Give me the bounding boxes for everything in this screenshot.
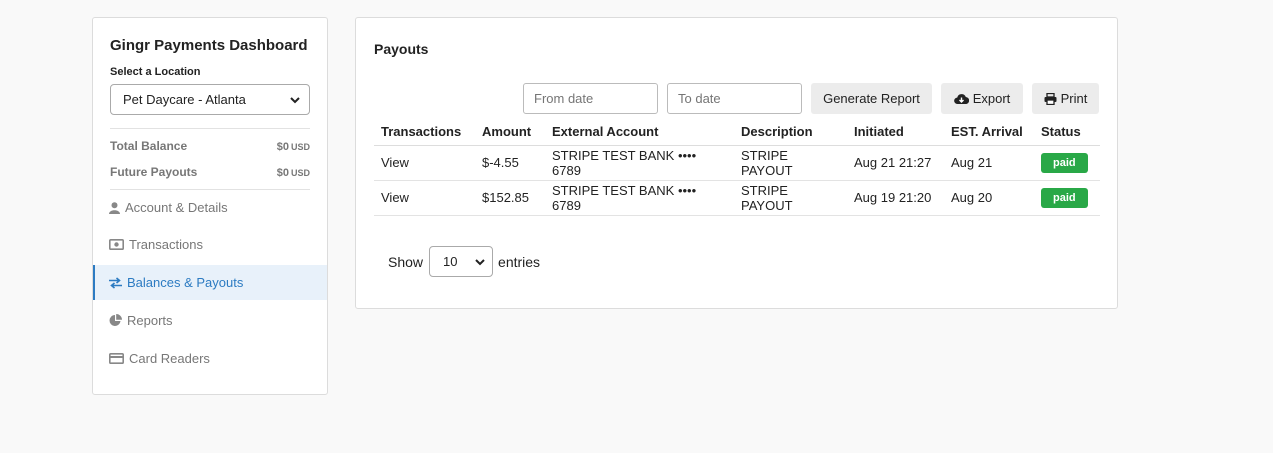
- divider: [110, 128, 310, 129]
- sidebar-item-transactions[interactable]: Transactions: [93, 227, 327, 262]
- external-account-cell: STRIPE TEST BANK •••• 6789: [545, 180, 734, 216]
- future-payouts-amount: $0: [276, 167, 289, 179]
- from-date-input[interactable]: [523, 83, 658, 114]
- column-header[interactable]: Description: [734, 119, 847, 146]
- cloud-download-icon: [953, 93, 969, 104]
- amount-cell: $152.85: [475, 180, 545, 216]
- page-title: Payouts: [374, 41, 429, 57]
- generate-report-label: Generate Report: [823, 91, 920, 106]
- description-cell: STRIPE PAYOUT: [734, 180, 847, 216]
- payouts-table: Transactions Amount External Account Des…: [374, 119, 1100, 216]
- pie-chart-icon: [109, 314, 122, 326]
- chevron-down-icon: [290, 97, 300, 104]
- sidebar-item-account[interactable]: Account & Details: [93, 190, 327, 225]
- view-link[interactable]: View: [374, 180, 475, 216]
- total-balance-currency: USD: [290, 142, 310, 152]
- table-header-row: Transactions Amount External Account Des…: [374, 119, 1100, 146]
- payouts-panel: Payouts Generate Report Export Print Tra…: [355, 17, 1118, 309]
- sidebar-item-label: Transactions: [129, 237, 203, 252]
- total-balance-amount: $0: [276, 141, 289, 153]
- print-label: Print: [1060, 91, 1088, 106]
- sidebar-item-label: Reports: [127, 313, 173, 328]
- amount-cell: $-4.55: [475, 145, 545, 181]
- arrival-cell: Aug 20: [944, 180, 1034, 216]
- view-link[interactable]: View: [374, 145, 475, 181]
- chevron-down-icon: [475, 259, 485, 266]
- to-date-input[interactable]: [667, 83, 802, 114]
- credit-card-icon: [109, 353, 124, 364]
- initiated-cell: Aug 19 21:20: [847, 180, 944, 216]
- export-button[interactable]: Export: [941, 83, 1023, 114]
- arrival-cell: Aug 21: [944, 145, 1034, 181]
- show-label: Show: [388, 253, 424, 270]
- exchange-icon: [109, 276, 122, 289]
- initiated-cell: Aug 21 21:27: [847, 145, 944, 181]
- sidebar-item-reports[interactable]: Reports: [93, 303, 327, 338]
- export-label: Export: [972, 91, 1011, 106]
- page-length-control: Show 10 entries: [388, 246, 540, 277]
- table-row: View $152.85 STRIPE TEST BANK •••• 6789 …: [374, 180, 1100, 216]
- external-account-cell: STRIPE TEST BANK •••• 6789: [545, 145, 734, 181]
- column-header[interactable]: Transactions: [374, 119, 475, 146]
- location-select-value: Pet Daycare - Atlanta: [123, 92, 246, 107]
- dashboard-title: Gingr Payments Dashboard: [110, 37, 308, 54]
- total-balance-row: Total Balance $0 USD: [110, 139, 310, 153]
- sidebar-item-card-readers[interactable]: Card Readers: [93, 341, 327, 376]
- user-icon: [109, 201, 120, 214]
- sidebar-item-label: Account & Details: [125, 200, 228, 215]
- sidebar-item-balances-payouts[interactable]: Balances & Payouts: [93, 265, 327, 300]
- status-badge: paid: [1041, 187, 1088, 208]
- total-balance-label: Total Balance: [110, 139, 188, 153]
- entries-label: entries: [498, 253, 541, 270]
- print-icon: [1044, 92, 1057, 105]
- money-icon: [109, 239, 124, 250]
- generate-report-button[interactable]: Generate Report: [811, 83, 932, 114]
- status-badge: paid: [1041, 152, 1088, 173]
- sidebar-item-label: Card Readers: [129, 351, 210, 366]
- future-payouts-row: Future Payouts $0 USD: [110, 165, 310, 179]
- description-cell: STRIPE PAYOUT: [734, 145, 847, 181]
- location-label: Select a Location: [110, 66, 201, 78]
- column-header[interactable]: EST. Arrival: [944, 119, 1034, 146]
- print-button[interactable]: Print: [1032, 83, 1099, 114]
- sidebar: Gingr Payments Dashboard Select a Locati…: [92, 17, 328, 395]
- location-select[interactable]: Pet Daycare - Atlanta: [110, 84, 310, 115]
- column-header[interactable]: Amount: [475, 119, 545, 146]
- column-header[interactable]: External Account: [545, 119, 734, 146]
- column-header[interactable]: Initiated: [847, 119, 944, 146]
- column-header[interactable]: Status: [1034, 119, 1100, 146]
- future-payouts-label: Future Payouts: [110, 165, 198, 179]
- page-length-value: 10: [443, 254, 458, 269]
- table-row: View $-4.55 STRIPE TEST BANK •••• 6789 S…: [374, 145, 1100, 181]
- page-length-select[interactable]: 10: [429, 246, 494, 277]
- future-payouts-currency: USD: [290, 168, 310, 178]
- sidebar-item-label: Balances & Payouts: [127, 275, 244, 290]
